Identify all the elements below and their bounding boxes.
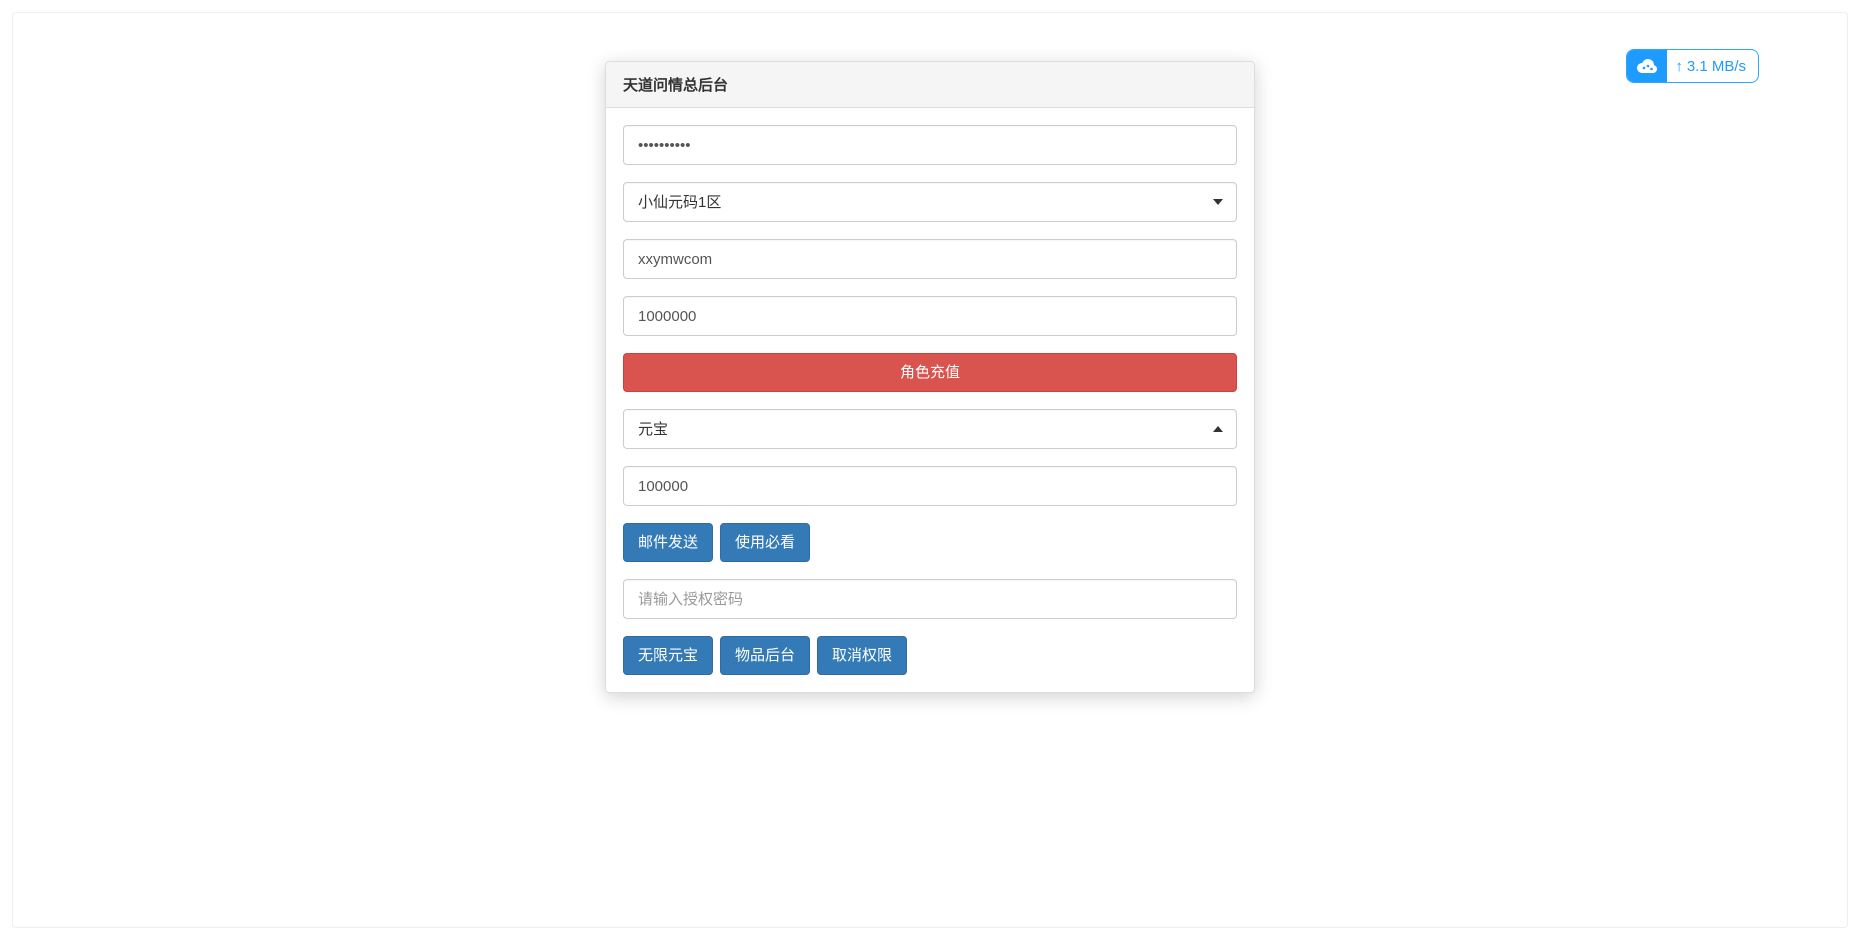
recharge-button[interactable]: 角色充值: [623, 353, 1237, 392]
auth-password-input[interactable]: [623, 579, 1237, 619]
currency-select[interactable]: 元宝: [623, 409, 1237, 449]
revoke-permission-button[interactable]: 取消权限: [817, 636, 907, 675]
recharge-amount-input[interactable]: [623, 296, 1237, 336]
usage-must-read-button[interactable]: 使用必看: [720, 523, 810, 562]
panel-body: 小仙元码1区 角色充值 元宝: [606, 108, 1254, 692]
server-select-wrap: 小仙元码1区: [623, 182, 1237, 222]
upload-speed-text: ↑ 3.1 MB/s: [1667, 58, 1758, 75]
upload-arrow-icon: ↑: [1675, 58, 1683, 75]
currency-select-wrap: 元宝: [623, 409, 1237, 449]
mail-send-button[interactable]: 邮件发送: [623, 523, 713, 562]
page-container: ↑ 3.1 MB/s 天道问情总后台 小仙元码1区: [12, 12, 1848, 928]
item-backend-button[interactable]: 物品后台: [720, 636, 810, 675]
upload-speed-widget[interactable]: ↑ 3.1 MB/s: [1626, 49, 1759, 83]
account-input[interactable]: [623, 239, 1237, 279]
admin-panel: 天道问情总后台 小仙元码1区 角色充值: [605, 61, 1255, 693]
password-input[interactable]: [623, 125, 1237, 165]
mail-amount-input[interactable]: [623, 466, 1237, 506]
panel-title: 天道问情总后台: [606, 62, 1254, 108]
server-select[interactable]: 小仙元码1区: [623, 182, 1237, 222]
unlimited-gold-button[interactable]: 无限元宝: [623, 636, 713, 675]
cloud-icon: [1627, 50, 1667, 82]
upload-speed-value: 3.1 MB/s: [1687, 58, 1746, 75]
